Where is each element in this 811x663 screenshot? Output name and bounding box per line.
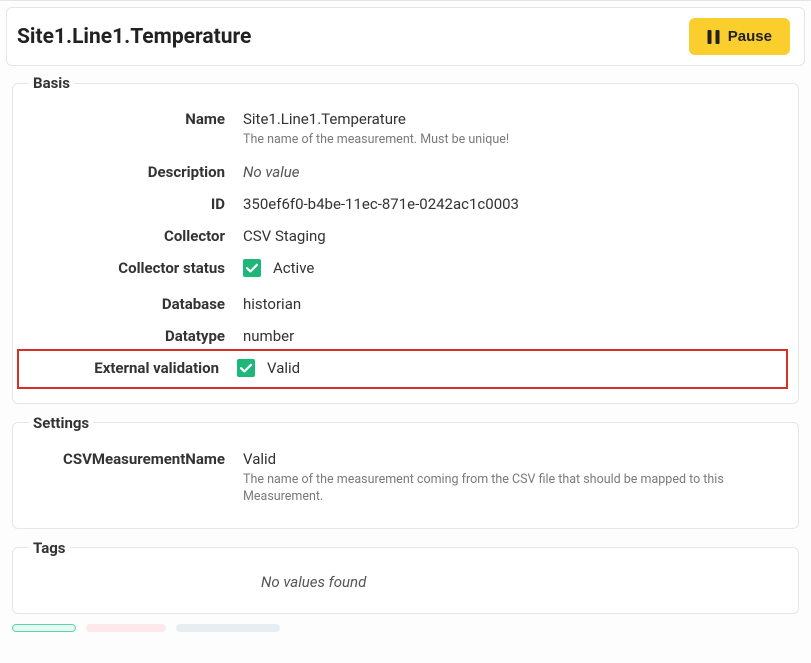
database-value: historian (243, 293, 786, 313)
row-name: Name Site1.Line1.Temperature The name of… (25, 102, 786, 155)
database-label: Database (25, 293, 243, 313)
collector-status-label: Collector status (25, 257, 243, 277)
row-id: ID 350ef6f0-b4be-11ec-871e-0242ac1c0003 (25, 187, 786, 219)
csv-measurement-name-value: Valid (243, 448, 786, 468)
row-collector-status: Collector status Active (25, 251, 786, 287)
datatype-label: Datatype (25, 325, 243, 345)
row-database: Database historian (25, 287, 786, 319)
datatype-value: number (243, 325, 786, 345)
action-button-1[interactable] (12, 624, 76, 632)
settings-legend: Settings (29, 414, 93, 432)
action-button-2[interactable] (86, 624, 166, 632)
check-icon (237, 359, 255, 377)
description-label: Description (25, 161, 243, 181)
pause-button-label: Pause (728, 28, 772, 45)
id-value: 350ef6f0-b4be-11ec-871e-0242ac1c0003 (243, 193, 786, 213)
row-collector: Collector CSV Staging (25, 219, 786, 251)
csv-measurement-name-helper: The name of the measurement coming from … (243, 472, 786, 506)
tags-group: Tags No values found (12, 539, 799, 614)
collector-value: CSV Staging (243, 225, 786, 245)
row-csv-measurement-name: CSVMeasurementName Valid The name of the… (25, 442, 786, 512)
external-validation-value: Valid (237, 357, 780, 381)
external-validation-label: External validation (25, 357, 237, 377)
row-datatype: Datatype number (25, 319, 786, 351)
pause-button[interactable]: Pause (689, 18, 790, 55)
bottom-action-row (12, 624, 799, 632)
main-scroll[interactable]: Site1.Line1.Temperature Pause Basis Name… (0, 0, 811, 663)
collector-status-text: Active (273, 259, 314, 277)
name-helper: The name of the measurement. Must be uni… (243, 132, 786, 149)
tags-legend: Tags (29, 539, 70, 557)
row-description: Description No value (25, 155, 786, 187)
tags-empty-text: No values found (25, 567, 786, 597)
csv-measurement-name-label: CSVMeasurementName (25, 448, 243, 468)
name-label: Name (25, 108, 243, 128)
external-validation-text: Valid (267, 359, 300, 377)
collector-status-value: Active (243, 257, 786, 281)
check-icon (243, 259, 261, 277)
settings-group: Settings CSVMeasurementName Valid The na… (12, 414, 799, 529)
header-card: Site1.Line1.Temperature Pause (6, 7, 805, 66)
page-title: Site1.Line1.Temperature (17, 25, 251, 49)
row-external-validation: External validation Valid (19, 351, 786, 387)
basis-legend: Basis (29, 74, 74, 92)
pause-icon (707, 30, 720, 44)
collector-label: Collector (25, 225, 243, 245)
name-value: Site1.Line1.Temperature (243, 108, 786, 128)
action-button-3[interactable] (176, 624, 280, 632)
basis-group: Basis Name Site1.Line1.Temperature The n… (12, 74, 799, 404)
id-label: ID (25, 193, 243, 213)
description-value: No value (243, 161, 786, 181)
